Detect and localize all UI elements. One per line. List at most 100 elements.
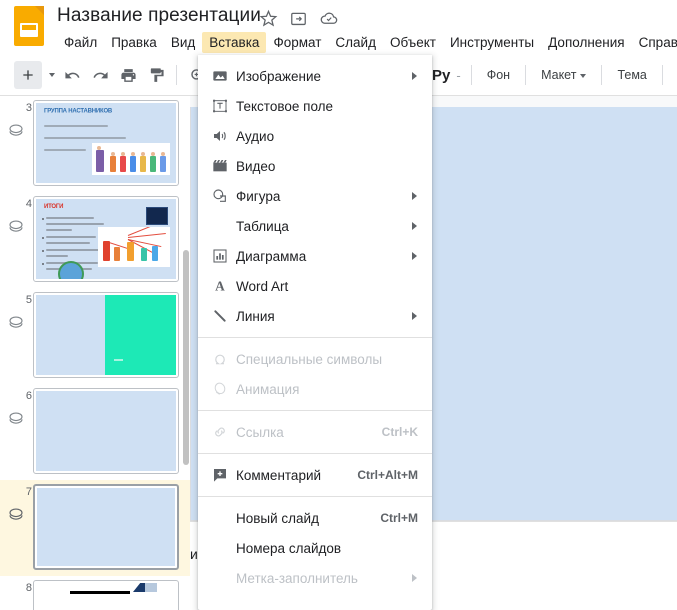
redo-button[interactable] bbox=[86, 61, 114, 89]
menu-item-label: Новый слайд bbox=[236, 510, 319, 526]
menu-item-label: Изображение bbox=[236, 68, 322, 84]
menu-item-label: Диаграмма bbox=[236, 248, 307, 264]
slide-thumbnail[interactable]: ИТОГИ bbox=[33, 196, 179, 282]
menu-obekt[interactable]: Объект bbox=[383, 32, 443, 53]
slide-thumbnail[interactable] bbox=[33, 292, 179, 378]
menu-item-comment[interactable]: Комментарий Ctrl+Alt+M bbox=[198, 460, 432, 490]
menu-bar: Файл Правка Вид Вставка Формат Слайд Объ… bbox=[57, 31, 677, 53]
image-icon bbox=[211, 67, 229, 85]
slide-thumbnail[interactable] bbox=[33, 388, 179, 474]
thumb-title-bar bbox=[70, 591, 130, 594]
comment-icon bbox=[211, 466, 229, 484]
omega-icon bbox=[211, 350, 229, 368]
menu-divider bbox=[198, 337, 432, 338]
menu-item-label: Таблица bbox=[236, 218, 289, 234]
layout-button-label: Макет bbox=[541, 68, 577, 82]
slide-number: 5 bbox=[25, 294, 32, 306]
slide-thumbnail[interactable] bbox=[33, 580, 179, 610]
menu-item-label: Номера слайдов bbox=[236, 540, 342, 556]
menu-item-label: Анимация bbox=[236, 381, 300, 397]
chevron-right-icon bbox=[412, 222, 417, 230]
chevron-right-icon bbox=[412, 574, 417, 582]
menu-item-label: Метка-заполнитель bbox=[236, 570, 358, 586]
menu-divider bbox=[198, 410, 432, 411]
link-icon bbox=[211, 423, 229, 441]
filmstrip-slide-4[interactable]: 4 ИТОГИ bbox=[0, 192, 190, 288]
menu-item-label: Аудио bbox=[236, 128, 275, 144]
insert-dropdown-menu[interactable]: Изображение Текстовое поле Аудио Видео Ф… bbox=[198, 55, 432, 610]
menu-item-chart[interactable]: Диаграмма bbox=[198, 241, 432, 271]
slide-filmstrip[interactable]: 3 ГРУППА НАСТАВНИКОВ 4 ИТОГИ 5 6 7 8 bbox=[0, 96, 190, 610]
menu-spravka[interactable]: Справка bbox=[632, 32, 677, 53]
document-title[interactable]: Название презентации bbox=[57, 5, 261, 27]
new-slide-button[interactable] bbox=[14, 61, 42, 89]
menu-instrumenty[interactable]: Инструменты bbox=[443, 32, 541, 53]
menu-item-table[interactable]: Таблица bbox=[198, 211, 432, 241]
slide-number: 7 bbox=[25, 486, 32, 498]
layout-button[interactable]: Макет bbox=[532, 64, 595, 86]
cloud-saved-icon[interactable] bbox=[319, 9, 338, 28]
menu-item-shortcut: Ctrl+Alt+M bbox=[357, 468, 418, 482]
menu-slajd[interactable]: Слайд bbox=[328, 32, 383, 53]
menu-divider bbox=[198, 496, 432, 497]
menu-item-label: Word Art bbox=[236, 278, 289, 294]
menu-vid[interactable]: Вид bbox=[164, 32, 202, 53]
paint-format-button[interactable] bbox=[142, 61, 170, 89]
menu-fajl[interactable]: Файл bbox=[57, 32, 104, 53]
menu-item-shortcut: Ctrl+M bbox=[380, 511, 418, 525]
background-button[interactable]: Фон bbox=[478, 64, 519, 86]
audio-icon bbox=[211, 127, 229, 145]
app-header: Название презентации Файл Правка Вид Вст… bbox=[0, 0, 677, 55]
move-to-folder-icon[interactable] bbox=[289, 9, 308, 28]
filmstrip-slide-5[interactable]: 5 bbox=[0, 288, 190, 384]
wordart-icon: A bbox=[211, 277, 229, 295]
filmstrip-slide-8[interactable]: 8 bbox=[0, 576, 190, 610]
thumb-placeholder-mark bbox=[114, 359, 124, 361]
menu-item-line[interactable]: Линия bbox=[198, 301, 432, 331]
layers-icon bbox=[7, 506, 25, 524]
slide-thumbnail[interactable] bbox=[33, 484, 179, 570]
menu-item-image[interactable]: Изображение bbox=[198, 61, 432, 91]
print-button[interactable] bbox=[114, 61, 142, 89]
toolbar-divider-2 bbox=[470, 65, 472, 85]
chevron-right-icon bbox=[412, 312, 417, 320]
theme-button[interactable]: Тема bbox=[608, 64, 655, 86]
undo-button[interactable] bbox=[58, 61, 86, 89]
menu-item-shape[interactable]: Фигура bbox=[198, 181, 432, 211]
transition-button[interactable]: Выбрать bbox=[669, 64, 677, 86]
menu-item-text-box[interactable]: Текстовое поле bbox=[198, 91, 432, 121]
menu-item-audio[interactable]: Аудио bbox=[198, 121, 432, 151]
thumb-title: ИТОГИ bbox=[44, 204, 64, 210]
menu-item-label: Линия bbox=[236, 308, 275, 324]
menu-item-special-characters: Специальные символы bbox=[198, 344, 432, 374]
menu-vstavka[interactable]: Вставка bbox=[202, 31, 267, 53]
text-color-button[interactable]: Pу bbox=[430, 67, 452, 84]
filmstrip-scrollbar-thumb[interactable] bbox=[183, 250, 189, 465]
menu-dopolneniya[interactable]: Дополнения bbox=[541, 32, 631, 53]
slide-thumbnail[interactable]: ГРУППА НАСТАВНИКОВ bbox=[33, 100, 179, 186]
menu-item-shortcut: Ctrl+K bbox=[381, 425, 418, 439]
toolbar-divider-3 bbox=[525, 65, 527, 85]
textbox-icon bbox=[211, 97, 229, 115]
menu-item-animation: Анимация bbox=[198, 374, 432, 404]
menu-item-video[interactable]: Видео bbox=[198, 151, 432, 181]
menu-item-slide-numbers[interactable]: Номера слайдов bbox=[198, 533, 432, 563]
layers-icon bbox=[7, 218, 25, 236]
star-icon[interactable] bbox=[259, 9, 278, 28]
new-slide-dropdown-button[interactable] bbox=[42, 61, 58, 89]
menu-pravka[interactable]: Правка bbox=[104, 32, 164, 53]
menu-item-new-slide[interactable]: Новый слайд Ctrl+M bbox=[198, 503, 432, 533]
thumb-title: ГРУППА НАСТАВНИКОВ bbox=[44, 108, 113, 115]
menu-format[interactable]: Формат bbox=[266, 32, 328, 53]
slide-number: 3 bbox=[25, 102, 32, 114]
thumb-badge-icon bbox=[146, 207, 168, 225]
filmstrip-slide-3[interactable]: 3 ГРУППА НАСТАВНИКОВ bbox=[0, 96, 190, 192]
menu-divider bbox=[198, 453, 432, 454]
svg-text:A: A bbox=[215, 279, 225, 294]
thumb-image bbox=[98, 227, 170, 267]
filmstrip-slide-6[interactable]: 6 bbox=[0, 384, 190, 480]
menu-item-word-art[interactable]: A Word Art bbox=[198, 271, 432, 301]
filmstrip-slide-7[interactable]: 7 bbox=[0, 480, 190, 576]
layers-icon bbox=[7, 314, 25, 332]
slide-number: 4 bbox=[25, 198, 32, 210]
